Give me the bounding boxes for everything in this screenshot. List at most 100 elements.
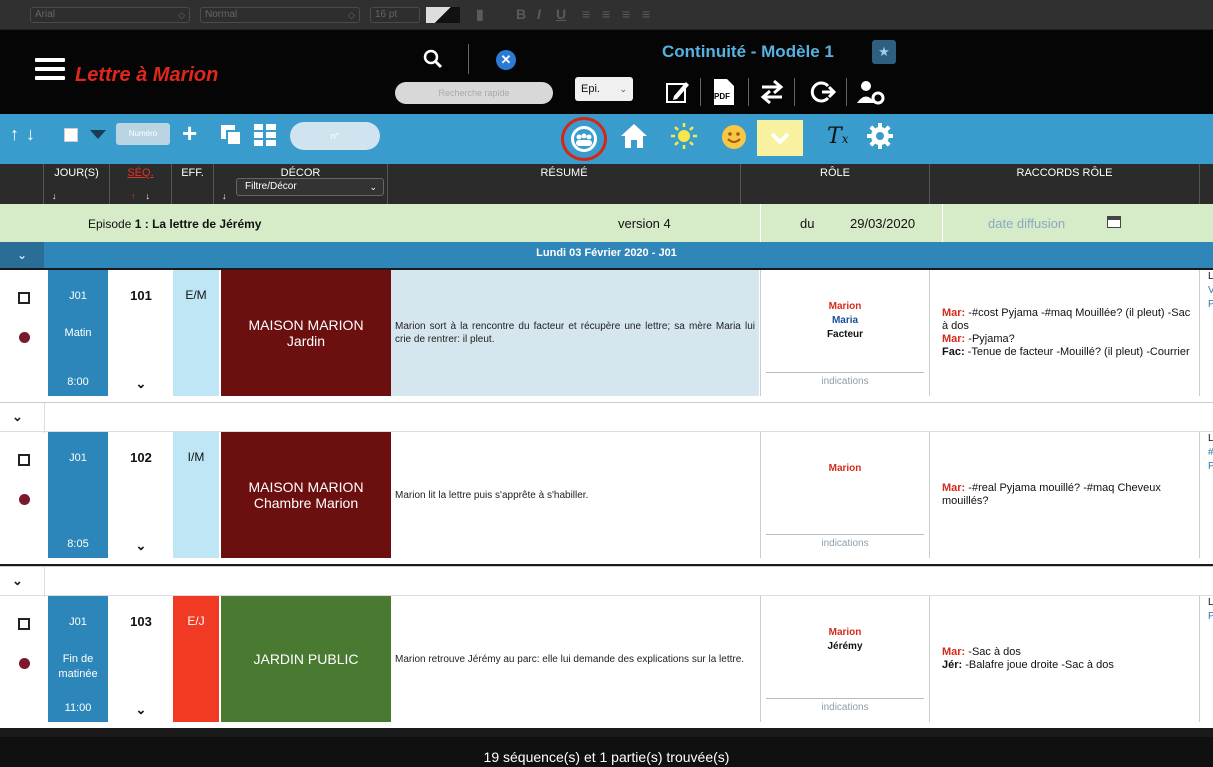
reverse-sync-icon[interactable] bbox=[804, 78, 836, 106]
row-checkbox[interactable] bbox=[18, 454, 30, 466]
effect-cell[interactable]: E/M bbox=[173, 270, 219, 396]
numero-input[interactable]: Numéro bbox=[116, 123, 170, 145]
align-right-icon[interactable]: ≡ bbox=[622, 6, 630, 22]
sequence-number[interactable]: 103 bbox=[110, 614, 172, 629]
effect-cell[interactable]: I/M bbox=[173, 432, 219, 558]
justify-icon[interactable]: ≡ bbox=[642, 6, 650, 22]
smiley-icon[interactable] bbox=[721, 124, 747, 150]
calendar-icon[interactable] bbox=[1107, 216, 1121, 228]
role-name[interactable]: Facteur bbox=[761, 328, 929, 342]
clear-search-icon[interactable]: ✕ bbox=[496, 50, 516, 70]
role-name[interactable]: Marion bbox=[761, 626, 929, 640]
date-diffusion-input[interactable]: date diffusion bbox=[988, 216, 1065, 231]
align-center-icon[interactable]: ≡ bbox=[602, 6, 610, 22]
raccords-cell[interactable]: Mar: -Sac à dos Jér: -Balafre joue droite… bbox=[942, 596, 1192, 722]
decor-filter-select[interactable]: Filtre/Décor ⌄ bbox=[236, 178, 384, 196]
sequence-row[interactable]: J01 Matin 8:00 101 ⌄ E/M MAISON MARION Jardin Ma… bbox=[0, 270, 1213, 402]
effect-cell[interactable]: E/J bbox=[173, 596, 219, 722]
quick-search-input[interactable]: Recherche rapide bbox=[395, 82, 553, 104]
raccords-cell[interactable]: Mar: -#cost Pyjama -#maq Mouillée? (il p… bbox=[942, 270, 1192, 396]
role-name[interactable]: Marion bbox=[761, 462, 929, 476]
day-cell[interactable]: J01 Matin 8:00 bbox=[48, 270, 108, 396]
decor-cell[interactable]: MAISON MARION Chambre Marion bbox=[221, 432, 391, 558]
col-eff[interactable]: EFF. bbox=[172, 164, 214, 204]
sequence-row[interactable]: J01 8:05 102 ⌄ I/M MAISON MARION Chambre Mario… bbox=[0, 432, 1213, 564]
search-icon[interactable] bbox=[422, 48, 444, 70]
style-select-value: Normal bbox=[205, 9, 238, 20]
font-select[interactable]: Arial ◇ bbox=[30, 7, 190, 23]
decor-cell[interactable]: JARDIN PUBLIC bbox=[221, 596, 391, 722]
day-cell[interactable]: J01 8:05 bbox=[48, 432, 108, 558]
sequence-number-input[interactable]: n° bbox=[290, 122, 380, 150]
chevron-down-icon[interactable]: ⌄ bbox=[12, 409, 23, 425]
color-swatch-icon[interactable] bbox=[426, 7, 460, 23]
indications-field[interactable]: indications bbox=[766, 534, 924, 549]
raccord-entry[interactable]: Jér: -Balafre joue droite -Sac à dos bbox=[942, 659, 1192, 672]
paragraph-icon[interactable]: ▮ bbox=[476, 6, 484, 23]
row-checkbox[interactable] bbox=[18, 618, 30, 630]
roles-cell[interactable]: Marion Jérémy indications bbox=[760, 596, 930, 722]
style-select[interactable]: Normal ◇ bbox=[200, 7, 360, 23]
sequence-number[interactable]: 101 bbox=[110, 288, 172, 303]
gear-icon[interactable] bbox=[866, 122, 894, 150]
favorite-star-icon[interactable]: ★ bbox=[872, 40, 896, 64]
clear-format-icon[interactable]: Tx bbox=[827, 124, 848, 149]
swap-arrows-icon[interactable] bbox=[758, 78, 786, 106]
select-all-checkbox[interactable] bbox=[64, 128, 78, 142]
day-collapse-toggle[interactable]: ⌄ bbox=[0, 242, 44, 268]
user-settings-icon[interactable] bbox=[856, 78, 886, 106]
expand-chevron-icon[interactable]: ⌄ bbox=[110, 538, 172, 554]
italic-button[interactable]: I bbox=[537, 6, 541, 22]
raccord-entry[interactable]: Mar: -Pyjama? bbox=[942, 333, 1192, 346]
select-dropdown-icon[interactable] bbox=[90, 130, 106, 139]
row-checkbox[interactable] bbox=[18, 292, 30, 304]
grid-view-icon[interactable] bbox=[254, 124, 276, 146]
bold-button[interactable]: B bbox=[516, 6, 526, 22]
col-seq[interactable]: SÉQ. ↑ ↓ bbox=[110, 164, 172, 204]
episode-select[interactable]: Epi. ⌄ bbox=[575, 77, 633, 101]
collapse-toggle-button[interactable] bbox=[757, 120, 803, 156]
move-up-icon[interactable]: ↑ bbox=[10, 124, 19, 145]
episode-date[interactable]: 29/03/2020 bbox=[850, 216, 915, 231]
add-icon[interactable]: + bbox=[182, 118, 197, 149]
roles-cell[interactable]: Marion Maria Facteur indications bbox=[760, 270, 930, 396]
raccord-entry[interactable]: Fac: -Tenue de facteur -Mouillé? (il ple… bbox=[942, 346, 1192, 359]
role-name[interactable]: Maria bbox=[761, 314, 929, 328]
summary-cell[interactable]: Marion retrouve Jérémy au parc: elle lui… bbox=[391, 596, 759, 722]
underline-button[interactable]: U bbox=[556, 6, 566, 22]
sun-icon[interactable] bbox=[670, 122, 698, 150]
sequence-row[interactable]: J01 Fin de matinée 11:00 103 ⌄ E/J JARDIN PUBL… bbox=[0, 596, 1213, 728]
col-raccords[interactable]: RACCORDS RÔLE bbox=[930, 164, 1200, 204]
raccord-entry[interactable]: Mar: -#real Pyjama mouillé? -#maq Cheveu… bbox=[942, 482, 1192, 508]
size-select[interactable]: 16 pt bbox=[370, 7, 420, 23]
indications-field[interactable]: indications bbox=[766, 372, 924, 387]
raccord-entry[interactable]: Mar: -Sac à dos bbox=[942, 646, 1192, 659]
sequence-number[interactable]: 102 bbox=[110, 450, 172, 465]
col-resume[interactable]: RÉSUMÉ bbox=[388, 164, 740, 204]
expand-chevron-icon[interactable]: ⌄ bbox=[110, 376, 172, 392]
raccords-cell[interactable]: Mar: -#real Pyjama mouillé? -#maq Cheveu… bbox=[942, 432, 1192, 558]
day-cell[interactable]: J01 Fin de matinée 11:00 bbox=[48, 596, 108, 722]
summary-cell[interactable]: Marion sort à la rencontre du facteur et… bbox=[391, 270, 759, 396]
col-role[interactable]: RÔLE bbox=[740, 164, 930, 204]
home-icon[interactable] bbox=[620, 122, 648, 150]
col-resume-label: RÉSUMÉ bbox=[540, 167, 588, 179]
col-role-label: RÔLE bbox=[820, 167, 850, 179]
role-name[interactable]: Marion bbox=[761, 300, 929, 314]
align-left-icon[interactable]: ≡ bbox=[582, 6, 590, 22]
duplicate-icon[interactable] bbox=[220, 124, 242, 146]
decor-cell[interactable]: MAISON MARION Jardin bbox=[221, 270, 391, 396]
expand-chevron-icon[interactable]: ⌄ bbox=[110, 702, 172, 718]
role-name[interactable]: Jérémy bbox=[761, 640, 929, 654]
col-jours[interactable]: JOUR(S) ↓ bbox=[44, 164, 110, 204]
pdf-export-icon[interactable]: PDF bbox=[710, 78, 736, 106]
move-down-icon[interactable]: ↓ bbox=[26, 124, 35, 145]
raccord-entry[interactable]: Mar: -#cost Pyjama -#maq Mouillée? (il p… bbox=[942, 307, 1192, 333]
menu-icon[interactable] bbox=[35, 58, 65, 82]
edit-icon[interactable] bbox=[664, 78, 690, 106]
summary-cell[interactable]: Marion lit la lettre puis s'apprête à s'… bbox=[391, 432, 759, 558]
indications-field[interactable]: indications bbox=[766, 698, 924, 713]
chevron-down-icon[interactable]: ⌄ bbox=[12, 573, 23, 589]
roles-cell[interactable]: Marion indications bbox=[760, 432, 930, 558]
episode-title: : La lettre de Jérémy bbox=[141, 217, 262, 231]
